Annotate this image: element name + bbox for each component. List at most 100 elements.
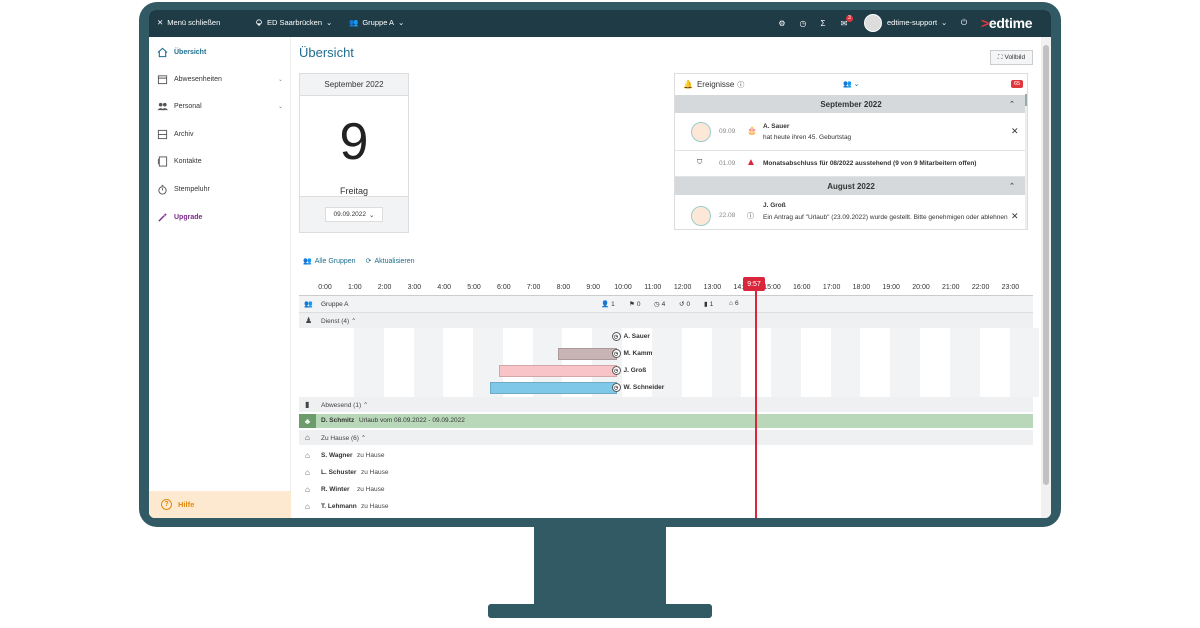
sidebar-item-kontakte[interactable]: Kontakte (157, 156, 287, 167)
hour-label: 8:00 (556, 284, 571, 291)
house-icon: ⌂ (305, 502, 310, 511)
refresh-icon: ⟳ (365, 258, 372, 265)
grid-column (443, 328, 474, 397)
hour-label: 9:00 (586, 284, 600, 291)
sidebar-item-archiv[interactable]: Archiv (157, 129, 287, 140)
timeline: 0:00 1:00 2:00 3:00 4:00 5:00 6:00 7:00 8:00 9:00… (299, 277, 1040, 518)
events-month-header[interactable]: August 2022 ⌃ (675, 177, 1027, 195)
warning-icon: ▲ (746, 157, 756, 168)
stat-present: 👤 1 (601, 300, 615, 309)
fullscreen-button[interactable]: ⛶ Vollbild (990, 50, 1033, 65)
menu-close-button[interactable]: ✕ Menü schließen (157, 18, 220, 27)
home-row[interactable]: ⌂O. Kühnzu Hause (299, 515, 1033, 518)
sidebar: Übersicht Abwesenheiten ⌄ Personal ⌄ Arc… (149, 37, 291, 518)
avatar (691, 206, 711, 226)
chevron-up-icon: ⌃ (1009, 101, 1015, 108)
event-item: 09.09 🎂 A. Sauer hat heute ihren 45. Geb… (675, 113, 1027, 151)
hour-label: 23:00 (1001, 284, 1020, 291)
group-filter-icon[interactable]: 👥 ⌄ (843, 80, 860, 88)
calendar-weekday: Freitag (339, 186, 368, 196)
events-month-header[interactable]: September 2022 ⌃ (675, 95, 1027, 113)
hour-axis: 0:00 1:00 2:00 3:00 4:00 5:00 6:00 7:00 8:00 9:00… (299, 277, 1033, 296)
location-select[interactable]: ED Saarbrücken ⌄ (255, 18, 332, 27)
user-menu[interactable]: edtime-support ⌄ (887, 18, 947, 27)
home-row[interactable]: ⌂ T. Lehmann zu Hause (299, 498, 1033, 515)
event-item: 22.08 ⓘ J. Groß Ein Antrag auf "Urlaub" … (675, 195, 1027, 229)
chevron-down-icon: ⌄ (277, 77, 283, 83)
home-row[interactable]: ⌂ S. Wagner zu Hause (299, 447, 1033, 464)
abwesend-section-header[interactable]: ▮ Abwesend (1) ⌃ (299, 397, 1033, 412)
day-calendar-card: September 2022 9 Freitag 09.09.2022 ⌄ (299, 73, 409, 233)
avatar[interactable] (864, 14, 882, 32)
expand-icon: ⛶ (997, 53, 1003, 61)
help-button[interactable]: ? Hilfe (149, 491, 291, 518)
events-count-badge: 65 (1011, 80, 1024, 88)
sum-icon[interactable]: Σ (818, 18, 828, 28)
app-screen: ✕ Menü schließen ED Saarbrücken ⌄ 👥 Grup… (149, 10, 1051, 518)
sidebar-item-upgrade[interactable]: Upgrade (157, 212, 287, 223)
hour-label: 12:00 (673, 284, 692, 291)
shift-bar[interactable] (558, 348, 617, 360)
chevron-down-icon: ⌄ (369, 211, 375, 219)
mail-badge: 3 (846, 15, 853, 22)
page-title: Übersicht (299, 45, 354, 60)
clock-icon: ◷ (611, 332, 621, 341)
hour-label: 4:00 (437, 284, 451, 291)
events-panel: 🔔 Ereignisse ⓘ 👥 ⌄ 65 September 2022 ⌃ 0… (674, 73, 1028, 230)
bell-icon: 🔔 (683, 80, 693, 89)
refresh-link[interactable]: ⟳ Aktualisieren (365, 257, 415, 266)
grid-column (949, 328, 980, 397)
hour-label: 16:00 (793, 284, 811, 291)
stat-home: ⌂ 6 (729, 300, 739, 307)
cake-icon: 🎂 (747, 126, 757, 135)
hour-label: 5:00 (467, 284, 481, 291)
sidebar-item-uebersicht[interactable]: Übersicht (157, 47, 287, 58)
people-icon (157, 102, 168, 111)
all-groups-link[interactable]: 👥 Alle Gruppen (303, 257, 356, 266)
sidebar-item-stempeluhr[interactable]: Stempeluhr (157, 184, 287, 195)
sidebar-item-abwesenheiten[interactable]: Abwesenheiten ⌄ (157, 74, 287, 85)
stopwatch-icon (158, 184, 167, 195)
dienst-section-header[interactable]: ♟ Dienst (4) ⌃ (299, 313, 1033, 328)
calendar-icon (157, 75, 168, 85)
grid-column (830, 328, 861, 397)
power-icon[interactable]: ⏻ (959, 18, 969, 28)
user-settings-icon[interactable]: ⚙ (777, 18, 787, 28)
calendar-footer: 09.09.2022 ⌄ (300, 196, 408, 232)
sidebar-item-personal[interactable]: Personal ⌄ (157, 101, 287, 112)
calendar-month: September 2022 (300, 74, 408, 96)
home-row[interactable]: ⌂ R. Winter zu Hause (299, 481, 1033, 498)
main-content: Übersicht ⛶ Vollbild September 2022 9 Fr… (291, 37, 1041, 518)
chevron-down-icon: ⌄ (326, 18, 333, 27)
grid-column (860, 328, 891, 397)
shift-employee[interactable]: ◷ M. Kamm (611, 349, 652, 358)
date-picker-button[interactable]: 09.09.2022 ⌄ (325, 207, 383, 222)
close-icon[interactable]: ✕ (1011, 211, 1019, 222)
flag-icon: ⚑ (629, 301, 635, 308)
chevron-down-icon: ⌄ (277, 104, 283, 110)
shift-employee[interactable]: ◷ W. Schneider (611, 383, 664, 392)
group-select[interactable]: 👥 Gruppe A ⌄ (349, 18, 404, 27)
grid-column (771, 328, 801, 397)
luggage-icon: ▮ (704, 301, 708, 308)
hour-label: 17:00 (822, 284, 841, 291)
shift-employee[interactable]: ◷ J. Groß (611, 366, 646, 375)
home-row[interactable]: ⌂ L. Schuster zu Hause (299, 464, 1033, 481)
help-icon: ? (161, 499, 172, 510)
info-icon: ⓘ (747, 213, 754, 220)
shift-bar[interactable] (489, 382, 617, 394)
clock-icon[interactable]: ◷ (798, 18, 808, 28)
close-icon[interactable]: ✕ (1011, 126, 1019, 137)
absence-row[interactable]: ♣ D. Schmitz Urlaub vom 08.09.2022 - 09.… (299, 414, 1033, 428)
stat-absent: ▮ 1 (704, 300, 714, 309)
chevron-down-icon: ⌄ (941, 18, 948, 27)
shift-bar[interactable] (498, 365, 617, 377)
main-scrollbar[interactable] (1041, 37, 1051, 518)
shift-employee[interactable]: ◷ A. Sauer (611, 332, 650, 341)
hour-label: 18:00 (852, 284, 871, 291)
monitor-neck (534, 526, 666, 606)
events-scrollbar[interactable] (1025, 94, 1027, 229)
grid-column (681, 328, 712, 397)
grid-column (324, 328, 354, 397)
zu-hause-section-header[interactable]: ⌂ Zu Hause (6) ⌃ (299, 430, 1033, 445)
